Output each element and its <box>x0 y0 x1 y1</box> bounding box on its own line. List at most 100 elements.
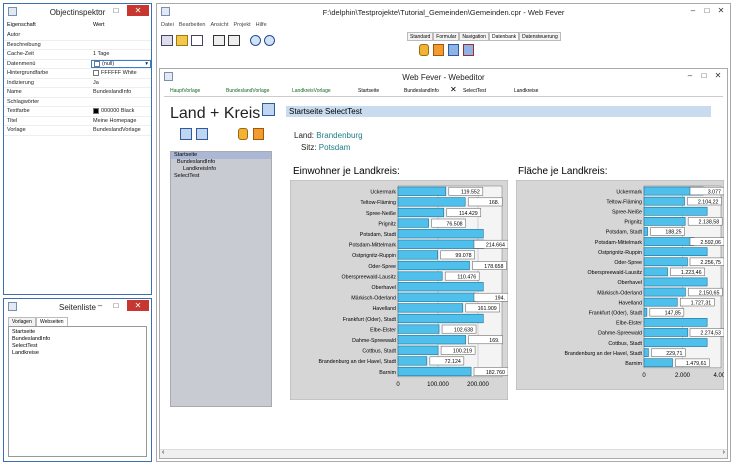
list-item[interactable]: SelectTest <box>9 343 146 350</box>
close-button[interactable]: ✕ <box>714 5 728 16</box>
property-row[interactable]: Name BundeslandInfo <box>4 88 151 98</box>
open-folder-icon[interactable] <box>176 35 188 46</box>
tab-selecttest[interactable]: SelectTest <box>463 88 486 94</box>
menu-datei[interactable]: Datei <box>161 22 174 28</box>
property-row[interactable]: Titel Meine Homepage <box>4 117 151 126</box>
minimize-button[interactable]: – <box>93 5 107 16</box>
property-value[interactable]: 1 Tage <box>91 50 151 59</box>
save-all-icon[interactable] <box>228 35 240 46</box>
menu-bearbeiten[interactable]: Bearbeiten <box>179 22 206 28</box>
category-label: Elbe-Elster <box>616 321 642 327</box>
category-label: Spree-Neiße <box>612 209 642 215</box>
property-row[interactable]: Cache-Zeit 1 Tage <box>4 50 151 60</box>
sitemap-icon <box>180 128 192 140</box>
tab-standard[interactable]: Standard <box>407 32 434 41</box>
table-delete-icon[interactable] <box>463 44 474 56</box>
pagelist-list: Startseite BundeslandInfo SelectTest Lan… <box>8 326 147 457</box>
scroll-right-icon[interactable]: › <box>723 449 725 456</box>
nav-item-landkreisinfo[interactable]: LandkreisInfo <box>171 166 271 173</box>
list-item[interactable]: Startseite <box>9 329 146 336</box>
property-value[interactable] <box>91 41 151 50</box>
property-row[interactable]: Datenmenü (null) ▾ <box>4 59 151 69</box>
blank-page-icon[interactable] <box>191 35 203 46</box>
property-row[interactable]: Beschreibung <box>4 41 151 50</box>
property-value[interactable]: 000000 Black <box>91 107 151 116</box>
maximize-button[interactable]: □ <box>697 70 711 81</box>
bar <box>397 303 464 313</box>
bar <box>643 287 686 297</box>
main-titlebar[interactable]: F:\delphin\Testprojekte\Tutorial_Gemeind… <box>157 4 730 20</box>
minimize-button[interactable]: – <box>93 300 107 311</box>
table-link-icon[interactable] <box>448 44 459 56</box>
flaeche-chart: 02.0004.000Uckermark3.077Teltow-Fläming2… <box>516 180 724 390</box>
list-item[interactable]: Landkreise <box>9 350 146 357</box>
close-button[interactable]: ✕ <box>711 70 725 81</box>
data-label: 119.552 <box>461 190 480 196</box>
tab-bundeslandvorlage[interactable]: BundeslandVorlage <box>226 88 269 94</box>
editor-titlebar[interactable]: Web Fever - Webeditor – □ ✕ <box>160 69 727 85</box>
chevron-down-icon[interactable]: ▾ <box>145 60 150 69</box>
tab-formular[interactable]: Formular <box>433 32 460 41</box>
category-label: Ostprignitz-Ruppin <box>352 253 396 259</box>
data-label: 161.909 <box>478 306 497 312</box>
property-value[interactable]: (null) ▾ <box>91 59 151 69</box>
data-label: 76.508 <box>446 221 462 227</box>
minimize-button[interactable]: – <box>683 70 697 81</box>
maximize-button[interactable]: □ <box>109 300 123 311</box>
tab-bundeslandinfo[interactable]: BundeslandInfo <box>404 88 439 94</box>
bar <box>397 292 476 302</box>
globe-icon[interactable] <box>250 35 261 46</box>
property-name: Name <box>7 89 22 95</box>
close-button[interactable]: ✕ <box>127 5 149 16</box>
property-value[interactable]: BundeslandInfo <box>91 88 151 97</box>
property-row[interactable]: Indizierung Ja <box>4 79 151 88</box>
pagelist-titlebar[interactable]: Seitenliste – □ ✕ <box>4 299 151 315</box>
tab-hauptvorlage[interactable]: HauptVorlage <box>170 88 200 94</box>
tab-landkreisvorlage[interactable]: LandkreisVorlage <box>292 88 331 94</box>
new-page-icon[interactable] <box>161 35 173 46</box>
bar <box>643 267 668 277</box>
preview-icon[interactable] <box>264 35 275 46</box>
tab-navigation[interactable]: Navigation <box>459 32 489 41</box>
category-label: Prignitz <box>624 220 642 226</box>
tab-datenbank[interactable]: Datenbank <box>488 32 520 41</box>
property-value[interactable] <box>91 98 151 107</box>
property-value[interactable]: FFFFFF White <box>91 69 151 78</box>
close-button[interactable]: ✕ <box>127 300 149 311</box>
minimize-button[interactable]: – <box>686 5 700 16</box>
nav-item-selecttest[interactable]: SelectTest <box>171 173 271 180</box>
query-icon[interactable] <box>433 44 444 56</box>
list-item[interactable]: BundeslandInfo <box>9 336 146 343</box>
scroll-left-icon[interactable]: ‹ <box>162 449 164 456</box>
maximize-button[interactable]: □ <box>700 5 714 16</box>
property-row[interactable]: Vorlage BundeslandVorlage <box>4 126 151 136</box>
category-label: Brandenburg an der Havel, Stadt <box>319 359 397 365</box>
menu-hilfe[interactable]: Hilfe <box>256 22 267 28</box>
property-row[interactable]: Autor <box>4 31 151 41</box>
tab-landkreise[interactable]: Landkreise <box>514 88 538 94</box>
menu-projekt[interactable]: Projekt <box>234 22 251 28</box>
category-label: Havelland <box>372 306 396 312</box>
tab-startseite[interactable]: Startseite <box>358 88 379 94</box>
category-label: Havelland <box>618 300 642 306</box>
property-row[interactable]: Schlagwörter <box>4 98 151 107</box>
inspector-titlebar[interactable]: Objectinspektor – □ ✕ <box>4 4 151 20</box>
property-value[interactable]: Meine Homepage <box>91 117 151 126</box>
property-row[interactable]: Hintergrundfarbe FFFFFF White <box>4 69 151 79</box>
tab-close-icon[interactable]: ✕ <box>450 85 457 94</box>
property-value-text: (null) <box>102 60 115 67</box>
property-value[interactable]: BundeslandVorlage <box>91 126 151 135</box>
nav-item-bundeslandinfo[interactable]: BundeslandInfo <box>171 159 271 166</box>
menu-ansicht[interactable]: Ansicht <box>210 22 228 28</box>
property-value[interactable] <box>91 31 151 40</box>
horizontal-scrollbar[interactable]: ‹ › <box>160 449 727 458</box>
bar <box>643 307 648 317</box>
maximize-button[interactable]: □ <box>109 5 123 16</box>
save-icon[interactable] <box>213 35 225 46</box>
nav-item-startseite[interactable]: Startseite <box>171 152 271 159</box>
property-value[interactable]: Ja <box>91 79 151 88</box>
tab-datensteuerung[interactable]: Datensteuerung <box>519 32 561 41</box>
value-column-header: Wert <box>93 22 105 28</box>
database-icon[interactable] <box>419 44 429 56</box>
property-row[interactable]: Textfarbe 000000 Black <box>4 107 151 117</box>
